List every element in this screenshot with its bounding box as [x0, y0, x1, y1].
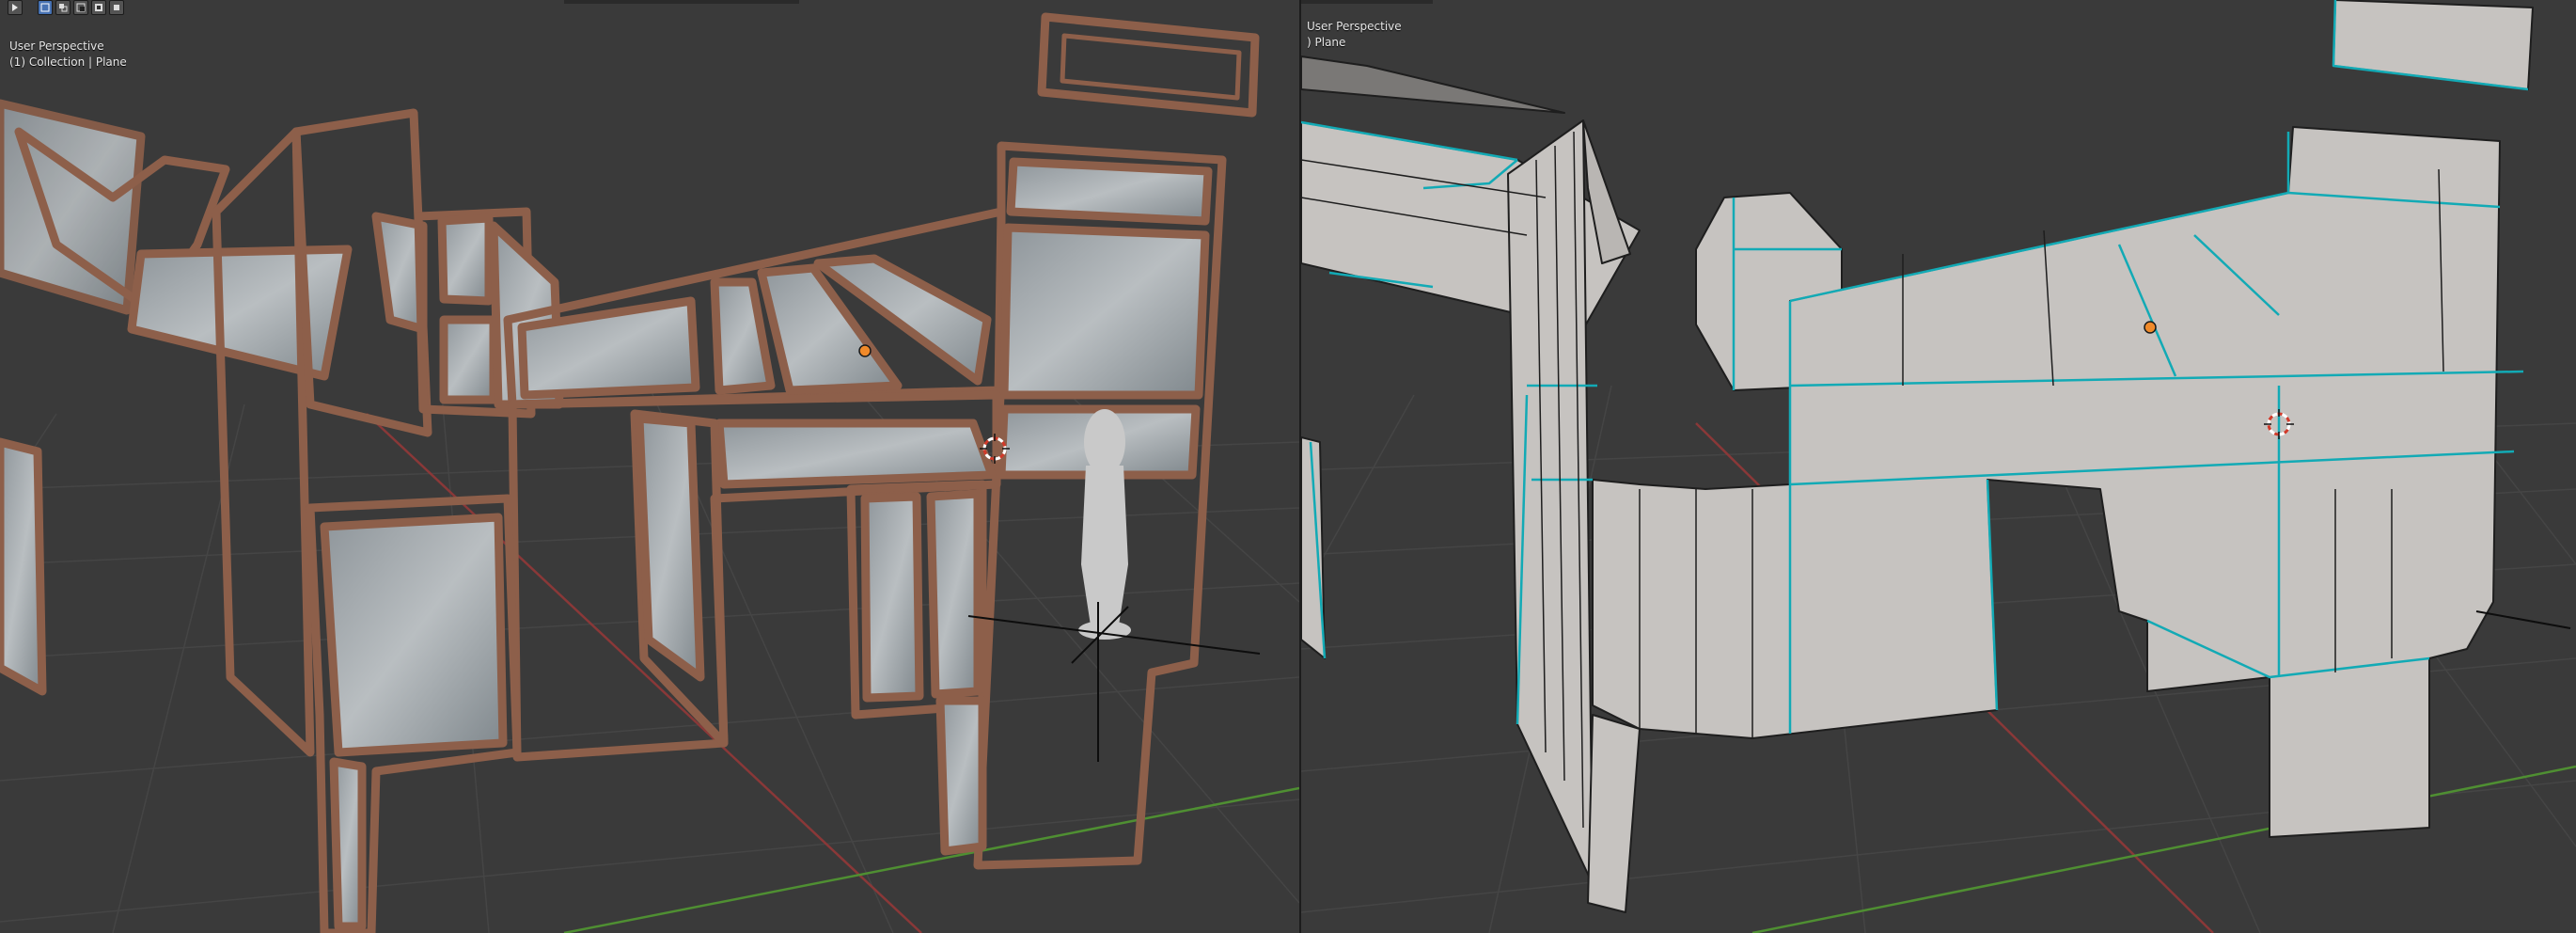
select-toolbar — [8, 0, 124, 15]
left-scene[interactable] — [0, 0, 1299, 933]
select-intersect-icon[interactable] — [109, 0, 124, 15]
object-origin-icon[interactable] — [858, 344, 872, 357]
viewport-material-preview[interactable]: User Perspective (1) Collection | Plane — [0, 0, 1299, 933]
viewport-edit-mode[interactable]: User Perspective ) Plane — [1301, 0, 2576, 933]
view-name-label: User Perspective — [1307, 20, 1402, 33]
object-origin-icon[interactable] — [2144, 321, 2157, 334]
select-extend-icon[interactable] — [55, 0, 71, 15]
window-frames-mesh[interactable] — [0, 12, 1260, 933]
human-reference-figure[interactable] — [1078, 409, 1131, 640]
header-strip-right — [1301, 0, 1433, 4]
y-axis-line — [563, 786, 1299, 933]
header-strip-left — [564, 0, 799, 4]
select-subtract-icon[interactable] — [73, 0, 88, 15]
collection-label: (1) Collection | Plane — [9, 55, 127, 69]
select-invert-icon[interactable] — [91, 0, 106, 15]
blender-window: User Perspective (1) Collection | Plane — [0, 0, 2576, 933]
select-tool-icon[interactable] — [8, 0, 23, 15]
right-scene[interactable] — [1301, 0, 2576, 933]
empty-object-axes[interactable] — [2475, 610, 2571, 629]
view-name-label: User Perspective — [9, 40, 104, 53]
plane-mesh[interactable] — [1301, 0, 2534, 913]
y-axis-line — [1751, 765, 2576, 933]
select-box-icon[interactable] — [38, 0, 53, 15]
collection-label: ) Plane — [1307, 36, 1346, 49]
